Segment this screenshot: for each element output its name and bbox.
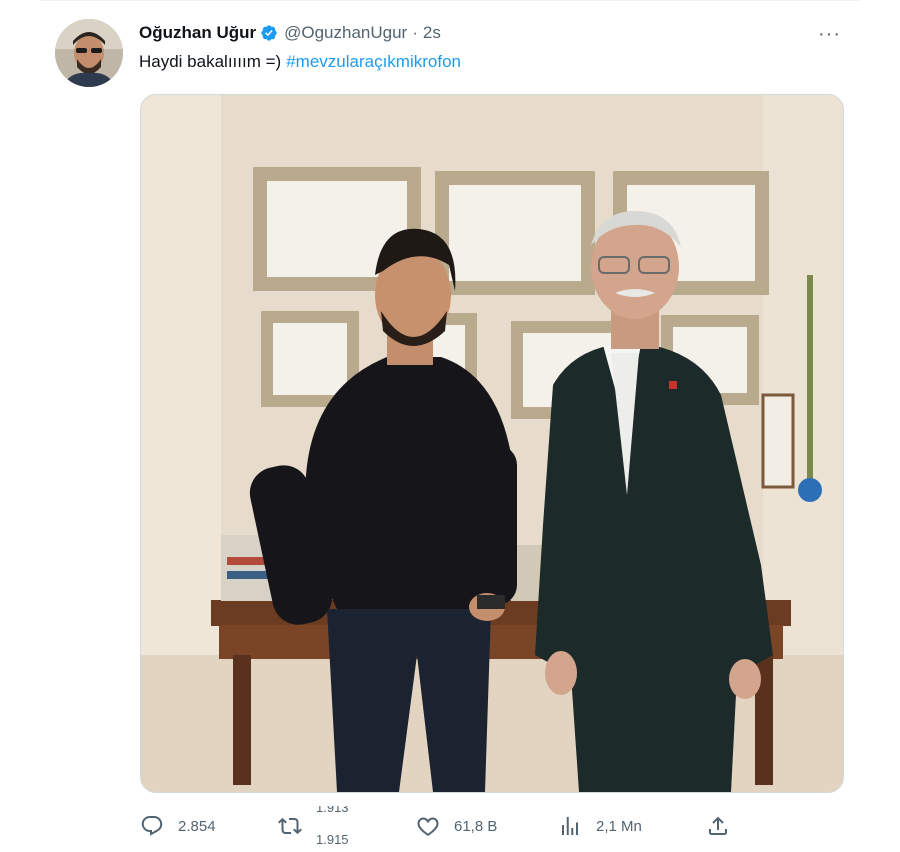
top-divider <box>40 0 860 1</box>
reply-icon <box>141 816 163 836</box>
reply-count: 2.854 <box>178 817 216 835</box>
share-icon <box>709 816 727 835</box>
verified-badge-icon <box>261 25 277 41</box>
reply-button[interactable]: 2.854 <box>140 806 216 846</box>
author-handle[interactable]: @OguzhanUgur <box>284 23 407 43</box>
author-name[interactable]: Oğuzhan Uğur <box>139 23 256 43</box>
tweet-actions: 2.854 1.913 1.915 61,8 B 2,1 Mn <box>140 806 780 846</box>
retweet-icon <box>278 817 302 835</box>
like-count: 61,8 B <box>454 817 498 835</box>
views-count: 2,1 Mn <box>596 817 642 835</box>
retweet-count-old: 1.913 <box>316 806 349 815</box>
tweet-time[interactable]: 2s <box>423 23 441 43</box>
retweet-count-rolling: 1.913 1.915 <box>316 806 356 846</box>
heart-icon <box>417 817 439 836</box>
tweet-photo[interactable] <box>140 94 844 793</box>
retweet-button[interactable]: 1.913 1.915 <box>278 806 356 846</box>
avatar[interactable] <box>55 19 123 87</box>
views-button[interactable]: 2,1 Mn <box>558 806 642 846</box>
like-button[interactable]: 61,8 B <box>416 806 497 846</box>
hashtag-link[interactable]: #mevzularaçıkmikrofon <box>286 52 461 71</box>
tweet-text: Haydi bakalıııım =) #mevzularaçıkmikrofon <box>139 52 461 72</box>
separator-dot: · <box>412 23 418 42</box>
share-button[interactable] <box>706 806 730 846</box>
views-icon <box>562 817 578 835</box>
tweet-header: Oğuzhan Uğur @OguzhanUgur · 2s <box>139 22 441 44</box>
more-icon[interactable]: ··· <box>818 23 841 46</box>
retweet-count-new: 1.915 <box>316 832 349 846</box>
tweet-body: Haydi bakalıııım =) <box>139 52 282 71</box>
